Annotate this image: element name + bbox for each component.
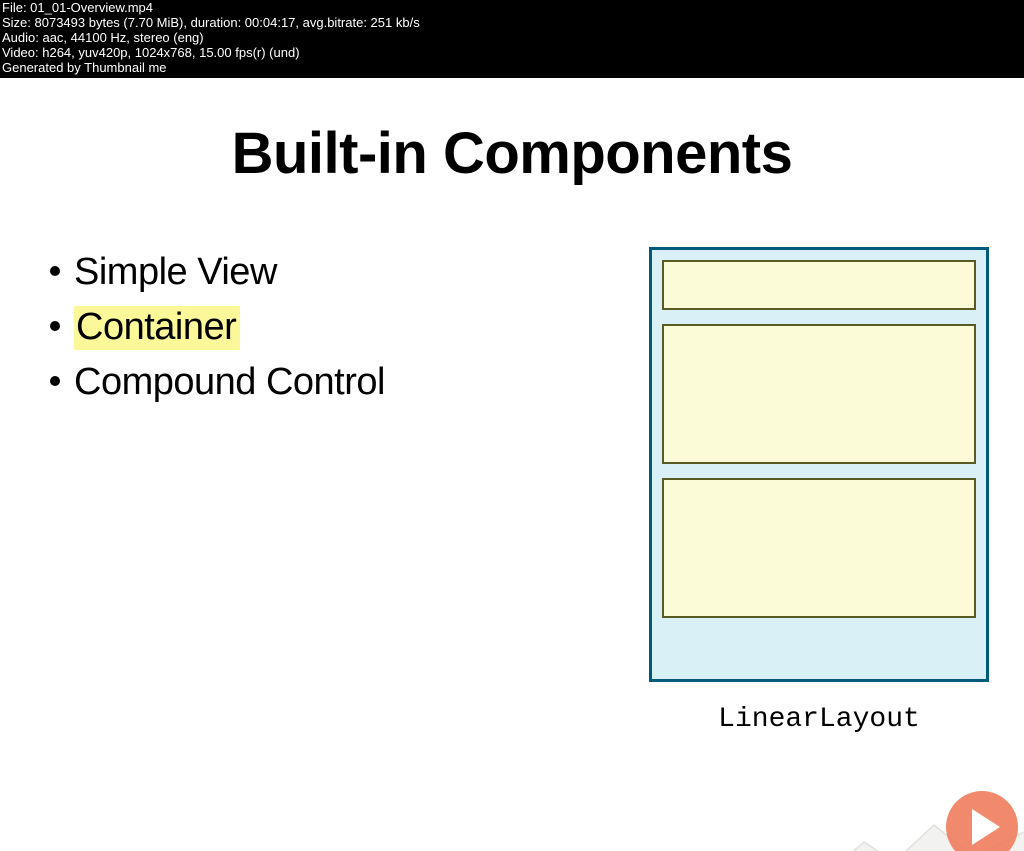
bullet-item: Compound Control bbox=[50, 355, 644, 410]
watermark: pluralsight 00:01:12 bbox=[939, 791, 1018, 851]
play-triangle-icon bbox=[972, 809, 1000, 845]
slide-title: Built-in Components bbox=[0, 120, 1024, 187]
metadata-header: File: 01_01-Overview.mp4 Size: 8073493 b… bbox=[0, 0, 1024, 78]
slide-frame: Built-in Components Simple View Containe… bbox=[0, 120, 1024, 851]
size-line: Size: 8073493 bytes (7.70 MiB), duration… bbox=[2, 16, 1022, 31]
audio-line: Audio: aac, 44100 Hz, stereo (eng) bbox=[2, 31, 1022, 46]
layout-child-box bbox=[662, 478, 976, 618]
file-line: File: 01_01-Overview.mp4 bbox=[2, 1, 1022, 16]
video-line: Video: h264, yuv420p, 1024x768, 15.00 fp… bbox=[2, 46, 1022, 61]
layout-child-box bbox=[662, 324, 976, 464]
play-icon bbox=[946, 791, 1018, 851]
bullet-dot-icon bbox=[50, 321, 60, 331]
bullet-label: Simple View bbox=[74, 251, 277, 293]
bullet-list: Simple View Container Compound Control bbox=[50, 245, 644, 735]
diagram-caption: LinearLayout bbox=[644, 704, 994, 735]
bullet-item: Simple View bbox=[50, 245, 644, 300]
bullet-label-highlighted: Container bbox=[74, 306, 240, 350]
bullet-label: Compound Control bbox=[74, 361, 385, 403]
bullet-item: Container bbox=[50, 300, 644, 355]
diagram-column: LinearLayout bbox=[644, 245, 1024, 735]
slide-content: Simple View Container Compound Control L… bbox=[0, 245, 1024, 735]
bullet-dot-icon bbox=[50, 376, 60, 386]
layout-child-box bbox=[662, 260, 976, 310]
generated-line: Generated by Thumbnail me bbox=[2, 61, 1022, 76]
linear-layout-diagram bbox=[649, 247, 989, 682]
bullet-dot-icon bbox=[50, 266, 60, 276]
